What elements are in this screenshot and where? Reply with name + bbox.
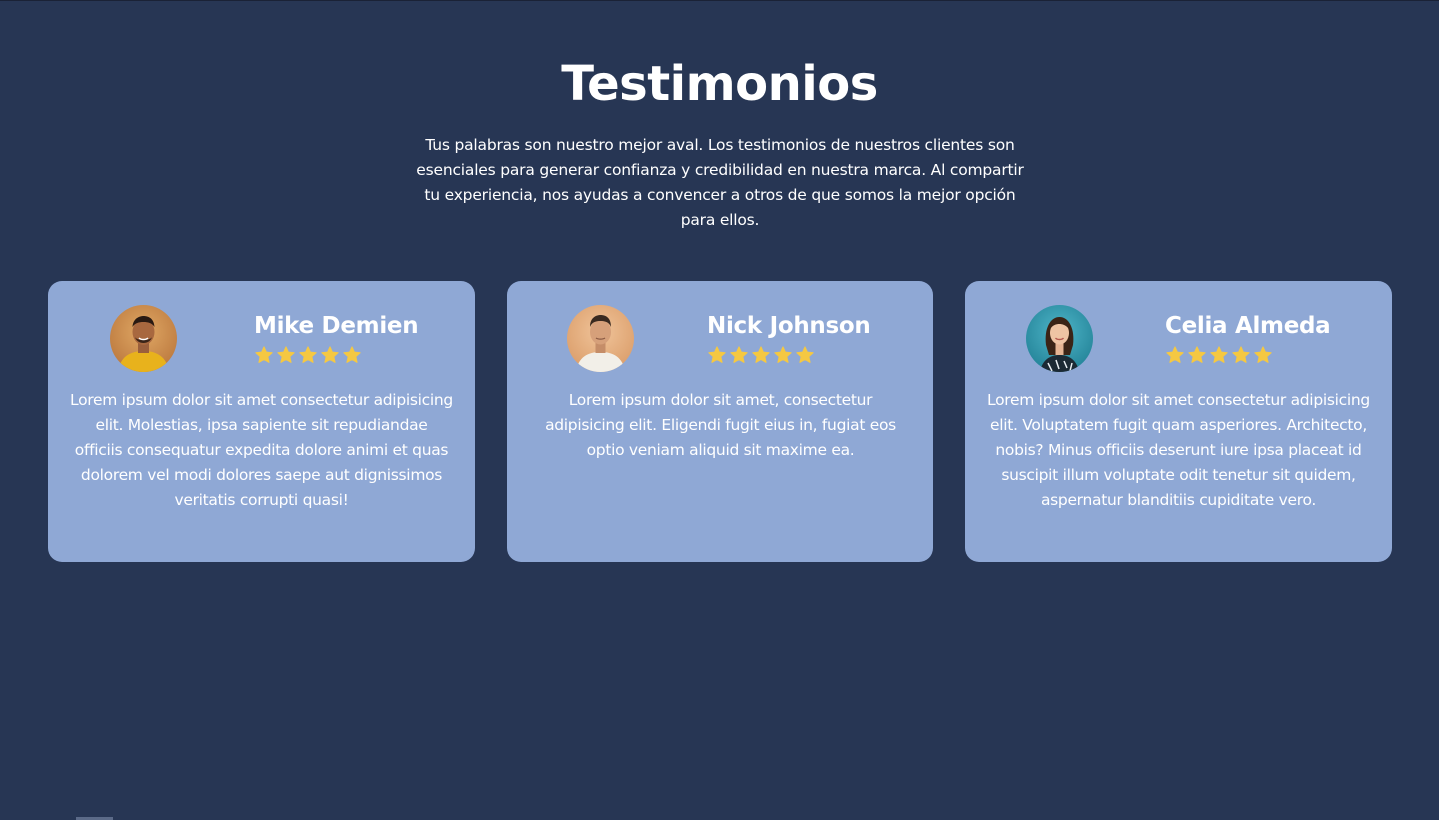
star-icon (752, 346, 770, 363)
star-icon (774, 346, 792, 363)
star-icon (730, 346, 748, 363)
star-icon (277, 346, 295, 363)
star-icon (299, 346, 317, 363)
section-title: Testimonios (561, 56, 878, 112)
star-icon (1166, 346, 1184, 363)
testimonial-card-3: Celia Almeda Lorem ipsum dolor sit amet … (965, 281, 1392, 562)
star-rating (1165, 345, 1273, 365)
avatar (567, 305, 634, 372)
top-border (0, 0, 1439, 1)
star-icon (1254, 346, 1272, 363)
star-icon (708, 346, 726, 363)
testimonial-name: Nick Johnson (707, 313, 871, 339)
testimonial-text: Lorem ipsum dolor sit amet, consectetur … (545, 391, 896, 459)
avatar (110, 305, 177, 372)
star-icon (1232, 346, 1250, 363)
section-intro: Tus palabras son nuestro mejor aval. Los… (416, 136, 1024, 229)
testimonial-card-1: Mike Demien Lorem ipsum dolor sit amet c… (48, 281, 475, 562)
star-icon (255, 346, 273, 363)
testimonial-name: Celia Almeda (1165, 313, 1331, 339)
avatar (1026, 305, 1093, 372)
avatar-man-yellow-shirt-icon (110, 305, 177, 372)
avatar-man-white-shirt-icon (567, 305, 634, 372)
testimonial-text: Lorem ipsum dolor sit amet consectetur a… (987, 391, 1370, 509)
avatar-woman-teal-bg-icon (1026, 305, 1093, 372)
star-icon (1188, 346, 1206, 363)
star-rating (707, 345, 815, 365)
star-icon (796, 346, 814, 363)
testimonial-name: Mike Demien (254, 313, 419, 339)
star-rating (254, 345, 362, 365)
star-icon (1210, 346, 1228, 363)
star-icon (343, 346, 361, 363)
testimonial-card-2: Nick Johnson Lorem ipsum dolor sit amet,… (507, 281, 933, 562)
testimonial-text: Lorem ipsum dolor sit amet consectetur a… (70, 391, 453, 509)
star-icon (321, 346, 339, 363)
